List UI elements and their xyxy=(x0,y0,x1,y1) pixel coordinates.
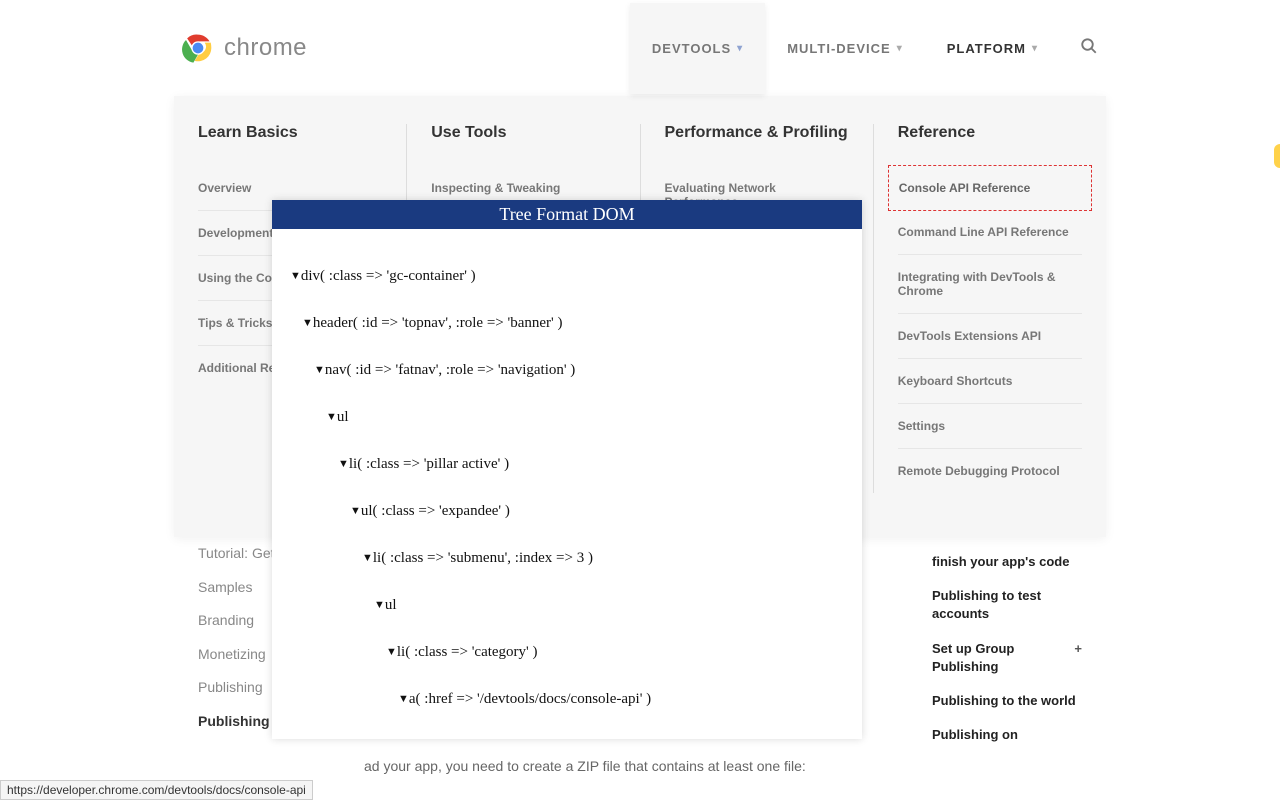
mega-column: Reference Console API ReferenceCommand Li… xyxy=(873,124,1106,493)
topnav-label: PLATFORM xyxy=(947,41,1026,56)
toc-label: finish your app's code xyxy=(932,553,1069,571)
mega-column-heading: Use Tools xyxy=(431,124,615,142)
tree-popup: Tree Format DOM ▼div( :class => 'gc-cont… xyxy=(272,200,862,739)
mega-link[interactable]: Console API Reference xyxy=(888,165,1092,211)
toc-item[interactable]: Publishing to the world xyxy=(932,692,1082,710)
mega-link[interactable]: Keyboard Shortcuts xyxy=(898,359,1082,404)
mega-link[interactable]: Remote Debugging Protocol xyxy=(898,449,1082,493)
page-paragraph: ad your app, you need to create a ZIP fi… xyxy=(364,758,916,774)
tree-row[interactable]: ▼a( :href => '/devtools/docs/console-api… xyxy=(290,676,844,723)
chevron-down-icon: ▾ xyxy=(897,43,903,54)
toc-item[interactable]: Publishing to test accounts xyxy=(932,587,1082,623)
mega-column-heading: Performance & Profiling xyxy=(665,124,849,142)
disclosure-triangle-icon: ▼ xyxy=(338,458,349,470)
right-toc: finish your app's code Publishing to test… xyxy=(932,537,1082,744)
topnav-label: MULTI-DEVICE xyxy=(787,41,890,56)
disclosure-triangle-icon: ▼ xyxy=(350,505,361,517)
topnav-item-devtools[interactable]: DEVTOOLS ▾ xyxy=(630,3,765,94)
mega-column-heading: Learn Basics xyxy=(198,124,382,142)
tree-row[interactable]: ▼ul xyxy=(290,394,844,441)
disclosure-triangle-icon: ▼ xyxy=(326,411,337,423)
mega-link[interactable]: Command Line API Reference xyxy=(898,210,1082,255)
brand[interactable]: chrome xyxy=(182,32,307,64)
top-bar: chrome DEVTOOLS ▾ MULTI-DEVICE ▾ PLATFOR… xyxy=(174,0,1106,96)
toc-label: Publishing on xyxy=(932,726,1018,744)
status-bar: https://developer.chrome.com/devtools/do… xyxy=(0,780,313,800)
edge-accent xyxy=(1274,144,1280,168)
chrome-logo-icon xyxy=(182,32,214,64)
disclosure-triangle-icon: ▼ xyxy=(374,599,385,611)
tree-row[interactable]: ▼ul xyxy=(290,582,844,629)
chevron-down-icon: ▾ xyxy=(1032,43,1038,54)
tree-row[interactable]: ▼li( :class => 'submenu', :index => 3 ) xyxy=(290,535,844,582)
expand-icon: + xyxy=(1074,640,1082,676)
search-icon[interactable] xyxy=(1080,37,1098,60)
topnav-item-multidevice[interactable]: MULTI-DEVICE ▾ xyxy=(765,3,925,94)
brand-label: chrome xyxy=(224,34,307,62)
topnav-label: DEVTOOLS xyxy=(652,41,731,56)
tree-row[interactable]: ▼nav( :id => 'fatnav', :role => 'navigat… xyxy=(290,347,844,394)
toc-label: Publishing to test accounts xyxy=(932,587,1082,623)
tree-popup-body: ▼div( :class => 'gc-container' )▼header(… xyxy=(272,229,862,739)
disclosure-triangle-icon: ▼ xyxy=(398,693,409,705)
tree-row[interactable]: ▼div( :class => 'gc-container' ) xyxy=(290,253,844,300)
disclosure-triangle-icon: ▼ xyxy=(290,270,301,282)
tree-row[interactable]: ▼li( :class => 'pillar active' ) xyxy=(290,441,844,488)
toc-item[interactable]: finish your app's code xyxy=(932,553,1082,571)
mega-link[interactable]: DevTools Extensions API xyxy=(898,314,1082,359)
mega-link[interactable]: Integrating with DevTools & Chrome xyxy=(898,255,1082,314)
disclosure-triangle-icon: ▼ xyxy=(302,317,313,329)
mega-link[interactable]: Settings xyxy=(898,404,1082,449)
top-nav: DEVTOOLS ▾ MULTI-DEVICE ▾ PLATFORM ▾ xyxy=(630,3,1098,94)
tree-popup-title: Tree Format DOM xyxy=(272,200,862,229)
disclosure-triangle-icon: ▼ xyxy=(362,552,373,564)
toc-label: Publishing to the world xyxy=(932,692,1076,710)
toc-label: Set up Group Publishing xyxy=(932,640,1068,676)
tree-row[interactable]: ▼header( :id => 'topnav', :role => 'bann… xyxy=(290,300,844,347)
mega-column-heading: Reference xyxy=(898,124,1082,142)
disclosure-triangle-icon: ▼ xyxy=(314,364,325,376)
toc-item[interactable]: Publishing on xyxy=(932,726,1082,744)
disclosure-triangle-icon: ▼ xyxy=(386,646,397,658)
topnav-item-platform[interactable]: PLATFORM ▾ xyxy=(925,3,1060,94)
chevron-down-icon: ▾ xyxy=(737,43,743,54)
toc-item[interactable]: Set up Group Publishing+ xyxy=(932,640,1082,676)
tree-row[interactable]: ▼li( :class => 'category' ) xyxy=(290,629,844,676)
tree-row[interactable]: ▼ul( :class => 'expandee' ) xyxy=(290,488,844,535)
